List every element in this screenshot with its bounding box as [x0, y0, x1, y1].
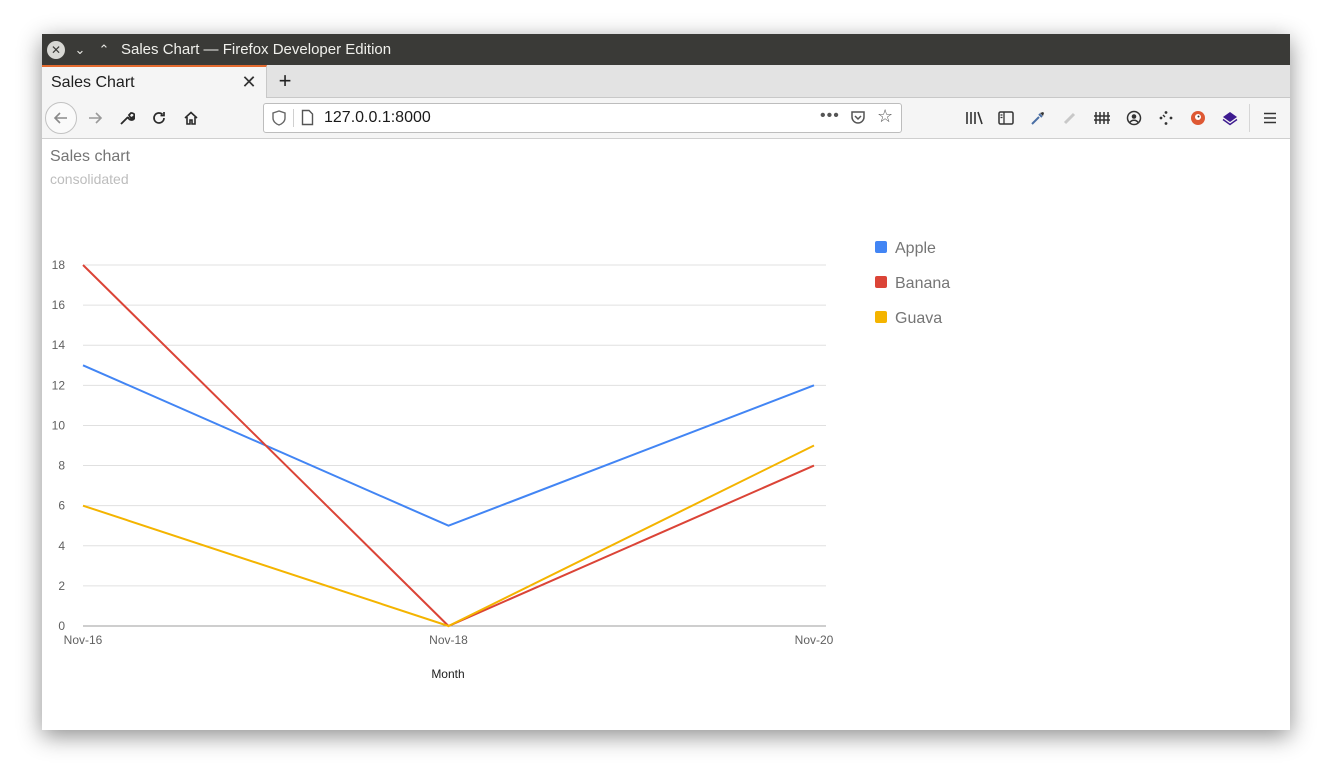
browser-window: ✕ ⌄ ⌃ Sales Chart — Firefox Developer Ed… [42, 34, 1290, 730]
y-tick-label: 2 [58, 579, 65, 593]
x-tick-label: Nov-16 [64, 633, 103, 647]
x-axis-title: Month [431, 667, 464, 681]
legend-swatch [875, 240, 887, 253]
forward-arrow-icon[interactable] [79, 102, 111, 134]
legend-item-guava[interactable]: Guava [875, 301, 950, 336]
series-line-apple [82, 364, 815, 527]
y-tick-label: 10 [52, 418, 66, 432]
url-separator [293, 109, 294, 127]
duckduckgo-icon[interactable] [1186, 106, 1210, 130]
series-line-guava [82, 444, 815, 628]
y-tick-label: 12 [52, 378, 66, 392]
page-actions-more-icon[interactable]: ••• [820, 107, 840, 125]
gridlines [83, 264, 826, 587]
legend-item-apple[interactable]: Apple [875, 231, 950, 266]
tab-sales-chart[interactable]: Sales Chart ✕ [42, 65, 267, 98]
y-tick-label: 0 [58, 619, 65, 633]
sidebar-icon[interactable] [994, 106, 1018, 130]
x-tick-label: Nov-20 [795, 633, 834, 647]
new-tab-plus-icon[interactable]: + [272, 68, 298, 94]
tab-title: Sales Chart [51, 73, 135, 91]
page-info-icon[interactable] [301, 109, 314, 129]
tick-labels: 0 2 4 6 8 10 12 14 16 18 Nov-16 Nov-18 Nov-20 [52, 258, 834, 647]
tab-strip: Sales Chart ✕ + [42, 65, 1290, 98]
pocket-icon[interactable] [850, 109, 866, 128]
fence-icon[interactable] [1090, 106, 1114, 130]
window-maximize-icon[interactable]: ⌃ [95, 41, 113, 59]
y-tick-label: 8 [58, 459, 65, 473]
series-lines [82, 264, 815, 628]
legend-label: Apple [895, 239, 936, 257]
y-tick-label: 6 [58, 499, 65, 513]
layers-icon[interactable] [1218, 106, 1242, 130]
legend-label: Guava [895, 309, 943, 327]
y-tick-label: 4 [58, 539, 65, 553]
title-bar: ✕ ⌄ ⌃ Sales Chart — Firefox Developer Ed… [42, 34, 1290, 65]
window-close-icon[interactable]: ✕ [47, 40, 65, 59]
chart-legend: Apple Banana Guava [875, 231, 950, 336]
window-title: Sales Chart — Firefox Developer Edition [121, 41, 392, 58]
account-icon[interactable] [1122, 106, 1146, 130]
wrench-icon[interactable] [111, 102, 143, 134]
y-tick-label: 16 [52, 298, 66, 312]
series-line-banana [82, 264, 815, 628]
y-tick-label: 18 [52, 258, 66, 272]
extension-dots-icon[interactable] [1154, 106, 1178, 130]
tab-close-icon[interactable]: ✕ [236, 72, 262, 93]
reload-icon[interactable] [143, 102, 175, 134]
line-chart: 0 2 4 6 8 10 12 14 16 18 Nov-16 Nov-18 Nov-20 Month [52, 258, 834, 681]
navigation-toolbar: 127.0.0.1:8000 ••• ☆ [42, 98, 1290, 139]
url-text[interactable]: 127.0.0.1:8000 [324, 109, 431, 127]
hamburger-menu-icon[interactable] [1258, 106, 1282, 130]
home-icon[interactable] [175, 102, 207, 134]
window-minimize-icon[interactable]: ⌄ [71, 41, 89, 59]
legend-item-banana[interactable]: Banana [875, 266, 950, 301]
legend-swatch [875, 275, 887, 288]
legend-label: Banana [895, 274, 951, 292]
y-tick-label: 14 [52, 338, 66, 352]
x-tick-label: Nov-18 [429, 633, 468, 647]
page-content: Sales chart consolidated 0 2 4 6 8 10 12 14 16 18… [42, 139, 1290, 730]
legend-swatch [875, 310, 887, 323]
back-arrow-icon[interactable] [45, 102, 77, 134]
toolbar-separator [1249, 104, 1250, 132]
library-icon[interactable] [962, 106, 986, 130]
pencil-icon[interactable] [1058, 106, 1082, 130]
url-bar[interactable]: 127.0.0.1:8000 ••• ☆ [263, 103, 902, 133]
bookmark-star-icon[interactable]: ☆ [877, 106, 893, 127]
eyedropper-icon[interactable] [1026, 106, 1050, 130]
tracking-shield-icon[interactable] [272, 110, 288, 126]
